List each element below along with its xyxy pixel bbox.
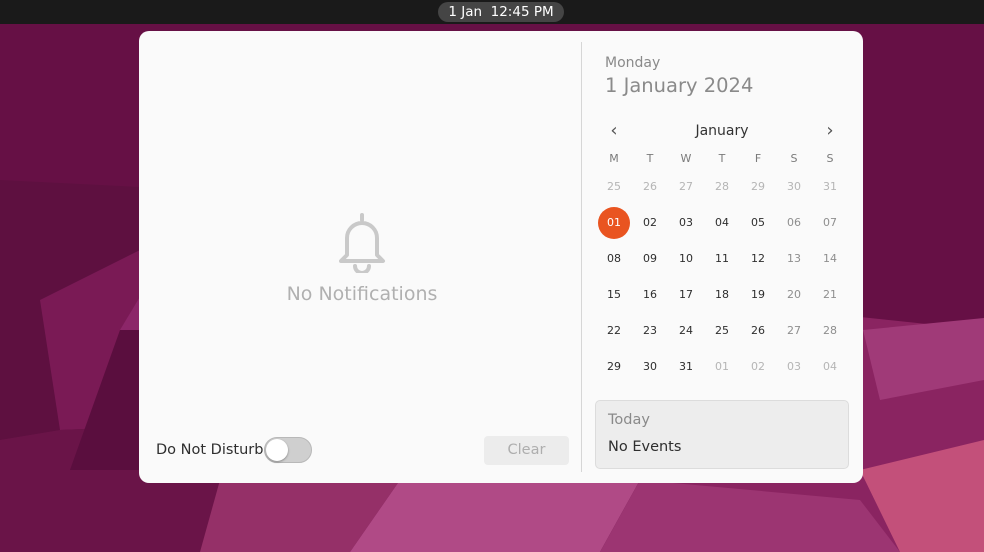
calendar-day[interactable]: 09 — [634, 243, 666, 275]
no-notifications-label: No Notifications — [286, 283, 438, 305]
weekday-header: F — [754, 152, 762, 165]
calendar-day[interactable]: 22 — [598, 315, 630, 347]
calendar-day[interactable]: 10 — [670, 243, 702, 275]
calendar-day[interactable]: 18 — [706, 279, 738, 311]
calendar-day[interactable]: 08 — [598, 243, 630, 275]
bell-icon — [339, 213, 385, 273]
weekday-header: W — [680, 152, 692, 165]
calendar-day[interactable]: 05 — [742, 207, 774, 239]
weekday-header: T — [718, 152, 726, 165]
calendar-day[interactable]: 07 — [814, 207, 846, 239]
calendar-day[interactable]: 20 — [778, 279, 810, 311]
calendar-day[interactable]: 06 — [778, 207, 810, 239]
weekday-header: M — [609, 152, 619, 165]
next-month-icon[interactable]: › — [820, 121, 840, 141]
previous-month-icon[interactable]: ‹ — [604, 121, 624, 141]
calendar-day[interactable]: 26 — [742, 315, 774, 347]
calendar-day[interactable]: 28 — [814, 315, 846, 347]
weekday-header: S — [790, 152, 798, 165]
calendar-day[interactable]: 26 — [634, 171, 666, 203]
calendar-day[interactable]: 03 — [670, 207, 702, 239]
calendar-day[interactable]: 04 — [814, 351, 846, 383]
calendar-day[interactable]: 27 — [670, 171, 702, 203]
no-events-label: No Events — [608, 439, 682, 455]
calendar-day[interactable]: 27 — [778, 315, 810, 347]
do-not-disturb-label: Do Not Disturb — [156, 442, 264, 458]
calendar-day[interactable]: 12 — [742, 243, 774, 275]
calendar-day[interactable]: 03 — [778, 351, 810, 383]
clock-button[interactable]: 1 Jan 12:45 PM — [438, 2, 564, 22]
calendar-day[interactable]: 17 — [670, 279, 702, 311]
calendar-day[interactable]: 21 — [814, 279, 846, 311]
calendar-day[interactable]: 23 — [634, 315, 666, 347]
calendar-day[interactable]: 01 — [706, 351, 738, 383]
calendar-day[interactable]: 15 — [598, 279, 630, 311]
calendar-day[interactable]: 30 — [778, 171, 810, 203]
calendar-day[interactable]: 02 — [742, 351, 774, 383]
clear-button[interactable]: Clear — [484, 436, 569, 465]
date-menu-popover: No Notifications Do Not Disturb Clear Mo… — [139, 31, 863, 483]
calendar-day[interactable]: 14 — [814, 243, 846, 275]
calendar-day[interactable]: 25 — [598, 171, 630, 203]
weekday-header: S — [826, 152, 834, 165]
calendar-day[interactable]: 31 — [670, 351, 702, 383]
calendar-day[interactable]: 31 — [814, 171, 846, 203]
panel-divider — [581, 42, 582, 472]
calendar-day[interactable]: 29 — [742, 171, 774, 203]
month-label: January — [695, 123, 749, 139]
calendar-day[interactable]: 13 — [778, 243, 810, 275]
calendar-day[interactable]: 04 — [706, 207, 738, 239]
calendar-day[interactable]: 25 — [706, 315, 738, 347]
calendar-day[interactable]: 19 — [742, 279, 774, 311]
weekday-header: T — [646, 152, 654, 165]
do-not-disturb-toggle[interactable] — [264, 437, 312, 463]
calendar-day[interactable]: 16 — [634, 279, 666, 311]
calendar-day[interactable]: 11 — [706, 243, 738, 275]
calendar-day[interactable]: 24 — [670, 315, 702, 347]
calendar-day-today[interactable]: 01 — [598, 207, 630, 239]
events-section[interactable]: Today No Events — [595, 400, 849, 469]
current-weekday[interactable]: Monday — [605, 55, 660, 71]
calendar-day[interactable]: 28 — [706, 171, 738, 203]
calendar-day[interactable]: 30 — [634, 351, 666, 383]
calendar-day[interactable]: 29 — [598, 351, 630, 383]
top-bar: 1 Jan 12:45 PM — [0, 0, 984, 24]
toggle-knob — [266, 439, 288, 461]
calendar-day[interactable]: 02 — [634, 207, 666, 239]
current-date[interactable]: 1 January 2024 — [605, 74, 753, 97]
events-title: Today — [608, 412, 650, 428]
